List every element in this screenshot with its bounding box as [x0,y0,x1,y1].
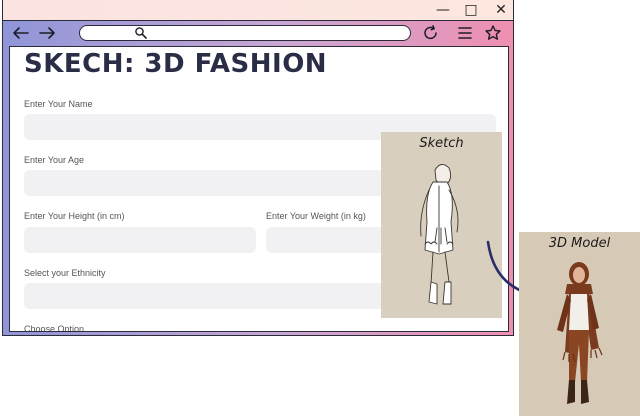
search-icon [135,27,147,39]
maximize-button[interactable]: □ [463,2,479,18]
page-title: SKECH: 3D FASHION [24,49,328,79]
ethnicity-label: Select your Ethnicity [24,268,106,278]
weight-label: Enter Your Weight (in kg) [266,211,366,221]
age-label: Enter Your Age [24,155,85,165]
model-image: 3D Model [519,232,640,416]
height-label: Enter Your Height (in cm) [24,211,125,221]
address-bar[interactable] [79,25,411,41]
back-arrow-icon[interactable] [11,24,31,42]
height-input[interactable] [24,227,256,253]
menu-icon[interactable] [455,24,475,42]
browser-toolbar [3,20,513,46]
reload-icon[interactable] [421,24,441,42]
minimize-button[interactable]: — [435,2,451,18]
star-icon[interactable] [483,24,503,42]
name-label: Enter Your Name [24,99,93,109]
model-figure-icon [557,262,603,404]
title-bar: — □ ✕ [3,0,513,21]
forward-arrow-icon[interactable] [37,24,57,42]
option-label: Choose Option [24,324,85,332]
close-button[interactable]: ✕ [493,2,509,18]
